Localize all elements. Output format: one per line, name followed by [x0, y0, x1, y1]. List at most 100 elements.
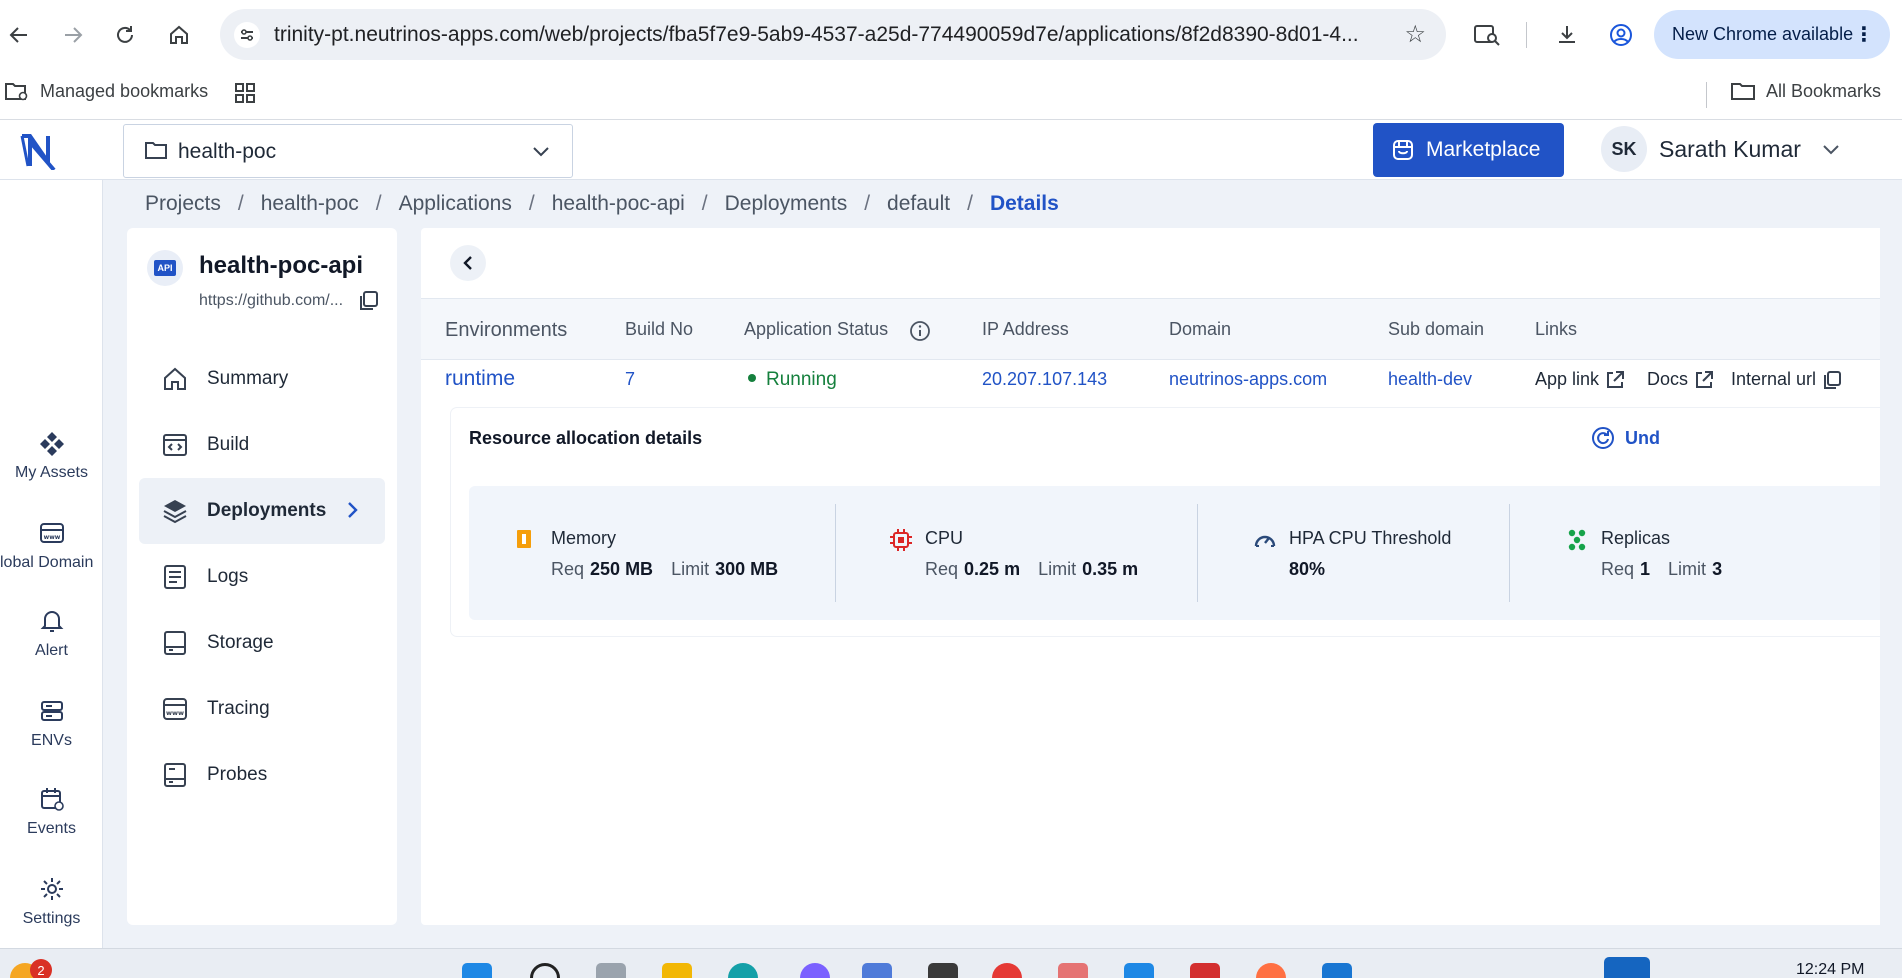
undo-button[interactable]: Und — [1591, 426, 1660, 450]
logs-icon — [161, 563, 189, 591]
rail-item-my-assets[interactable]: My Assets — [0, 430, 103, 482]
vscode-icon[interactable] — [1322, 963, 1352, 978]
task-view-icon[interactable] — [596, 963, 626, 978]
svg-text:www: www — [166, 709, 184, 717]
bookmark-star-icon[interactable]: ☆ — [1404, 20, 1426, 49]
menu-item-logs[interactable]: Logs — [139, 544, 385, 610]
profile-icon[interactable] — [1608, 22, 1634, 48]
replicas-req: 1 — [1640, 559, 1651, 579]
edge-icon[interactable] — [728, 963, 758, 978]
chrome-icon[interactable] — [992, 963, 1022, 978]
avatar[interactable]: SK — [1601, 126, 1647, 172]
ip-address[interactable]: 20.207.107.143 — [982, 369, 1107, 390]
breadcrumb-project[interactable]: health-poc — [261, 192, 359, 216]
menu-item-deployments[interactable]: Deployments — [139, 478, 385, 544]
marketplace-button[interactable]: Marketplace — [1373, 123, 1564, 177]
site-settings-icon[interactable] — [234, 22, 260, 48]
home-icon — [161, 365, 189, 393]
app-link-label: App link — [1535, 369, 1600, 389]
menu-item-storage[interactable]: Storage — [139, 610, 385, 676]
back-arrow-icon[interactable] — [6, 22, 32, 48]
rail-item-events[interactable]: Events — [0, 786, 103, 838]
menu-item-tracing[interactable]: www Tracing — [139, 676, 385, 742]
neutrinos-logo-icon[interactable] — [18, 130, 62, 172]
column-header: Environments — [445, 319, 568, 341]
postman-icon[interactable] — [1256, 963, 1286, 978]
browser-toolbar: trinity-pt.neutrinos-apps.com/web/projec… — [0, 0, 1902, 70]
cpu-icon — [890, 529, 912, 551]
limit-label: Limit — [1038, 559, 1077, 579]
download-icon[interactable] — [1554, 22, 1580, 48]
environment-name[interactable]: runtime — [445, 367, 515, 391]
breadcrumb-separator: / — [701, 192, 708, 215]
status-text: Running — [766, 369, 837, 390]
menu-item-summary[interactable]: Summary — [139, 346, 385, 412]
resource-title: Resource allocation details — [469, 428, 703, 448]
speedometer-icon — [1254, 535, 1276, 547]
menu-item-build[interactable]: Build — [139, 412, 385, 478]
user-name[interactable]: Sarath Kumar — [1659, 136, 1801, 163]
calendar-icon — [40, 788, 64, 811]
menu-item-probes[interactable]: Probes — [139, 742, 385, 808]
chevron-down-icon — [533, 147, 549, 157]
breadcrumb-application[interactable]: health-poc-api — [552, 192, 685, 216]
subdomain-link[interactable]: health-dev — [1388, 369, 1472, 390]
domain-link[interactable]: neutrinos-apps.com — [1169, 369, 1327, 390]
hpa-label: HPA CPU Threshold — [1289, 528, 1452, 548]
app-icon[interactable] — [1058, 963, 1088, 978]
managed-bookmarks[interactable]: Managed bookmarks — [4, 80, 208, 102]
divider — [1509, 504, 1510, 602]
url-text[interactable]: trinity-pt.neutrinos-apps.com/web/projec… — [274, 23, 1384, 47]
app-icon[interactable] — [1190, 963, 1220, 978]
address-bar[interactable]: trinity-pt.neutrinos-apps.com/web/projec… — [220, 9, 1446, 60]
home-icon[interactable] — [166, 22, 192, 48]
external-link-icon — [1696, 370, 1714, 388]
column-header: Application Status — [744, 319, 889, 339]
repo-url[interactable]: https://github.com/... — [199, 292, 343, 310]
api-badge-label: API — [154, 260, 176, 276]
docs-link[interactable]: Docs — [1647, 369, 1714, 390]
reload-icon[interactable] — [112, 22, 138, 48]
chevron-right-icon — [348, 502, 358, 518]
column-header: IP Address — [982, 319, 1069, 339]
breadcrumb-projects[interactable]: Projects — [145, 192, 221, 216]
storage-icon — [161, 629, 189, 657]
build-number[interactable]: 7 — [625, 369, 635, 390]
terminal-icon[interactable] — [928, 963, 958, 978]
forward-arrow-icon[interactable] — [60, 22, 86, 48]
app-link[interactable]: App link — [1535, 369, 1625, 390]
back-button[interactable] — [450, 245, 486, 281]
internal-url-link[interactable]: Internal url — [1731, 369, 1842, 390]
hpa-value: 80% — [1289, 559, 1326, 579]
project-selector[interactable]: health-poc — [123, 124, 573, 178]
rail-item-envs[interactable]: ENVs — [0, 698, 103, 750]
new-chrome-button[interactable]: New Chrome available ⋮ — [1654, 10, 1890, 59]
menu-item-label: Summary — [207, 368, 289, 389]
search-tab-icon[interactable] — [1474, 22, 1500, 48]
rail-item-alert[interactable]: Alert — [0, 608, 103, 660]
server-icon — [40, 701, 63, 721]
tray-app-icon[interactable] — [1604, 957, 1650, 978]
replicas-limit: 3 — [1712, 559, 1723, 579]
apps-grid-icon[interactable] — [234, 82, 256, 104]
breadcrumb-deployments[interactable]: Deployments — [725, 192, 848, 216]
search-icon[interactable] — [530, 963, 560, 978]
file-explorer-icon[interactable] — [662, 963, 692, 978]
notepad-icon[interactable] — [1124, 963, 1154, 978]
info-icon[interactable] — [909, 320, 931, 342]
all-bookmarks[interactable]: All Bookmarks — [1730, 80, 1881, 102]
breadcrumb-default[interactable]: default — [887, 192, 950, 216]
app-icon[interactable] — [862, 963, 892, 978]
breadcrumb-separator: / — [375, 192, 382, 215]
folder-icon — [145, 142, 167, 159]
kebab-menu-icon[interactable]: ⋮ — [1854, 22, 1874, 47]
project-name: health-poc — [178, 140, 277, 163]
clock[interactable]: 12:24 PM — [1796, 961, 1864, 978]
rail-item-global-domain[interactable]: www lobal Domain — [0, 520, 103, 572]
windows-start-icon[interactable] — [462, 963, 492, 978]
svg-text:www: www — [43, 534, 60, 541]
breadcrumb-applications[interactable]: Applications — [399, 192, 512, 216]
copy-icon[interactable] — [357, 290, 379, 312]
rail-item-settings[interactable]: Settings — [0, 876, 103, 928]
teams-icon[interactable] — [800, 963, 830, 978]
